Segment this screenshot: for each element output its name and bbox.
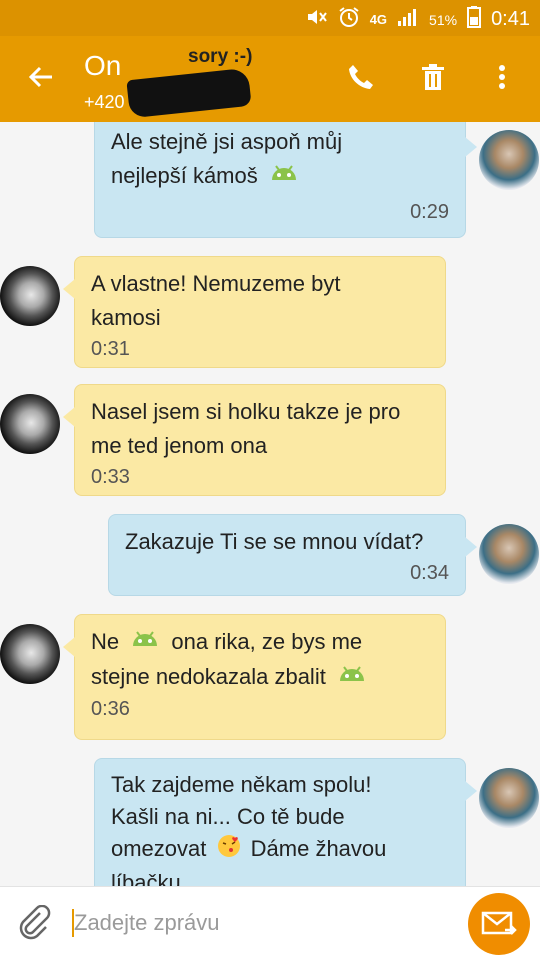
android-emoji-icon	[268, 160, 300, 194]
mute-icon	[306, 7, 328, 32]
message-text: A vlastne! Nemuzeme byt	[91, 271, 341, 296]
network-type: 4G	[369, 12, 388, 27]
message-text: me ted jenom ona	[91, 433, 268, 458]
back-button[interactable]	[26, 62, 56, 92]
message-bubble-outgoing[interactable]: Tak zajdeme někam spolu! Kašli na ni... …	[94, 758, 477, 886]
send-envelope-icon	[481, 911, 517, 935]
status-bar: 4G 51% 0:41	[0, 0, 540, 36]
overlay-annotation: sory :-)	[188, 46, 253, 67]
message-bubble-outgoing[interactable]: Zakazuje Ti se se mnou vídat? 0:34	[108, 514, 477, 596]
avatar[interactable]	[0, 624, 60, 684]
attach-button[interactable]	[18, 904, 52, 941]
avatar[interactable]	[479, 768, 539, 828]
message-text: Ne	[91, 629, 120, 654]
message-bubble-incoming[interactable]: A vlastne! Nemuzeme byt kamosi 0:31	[63, 256, 446, 368]
message-time: 0:36	[91, 698, 130, 721]
android-emoji-icon	[336, 661, 368, 695]
message-text: ona rika, ze bys me	[171, 629, 363, 654]
signal-icon	[397, 7, 419, 32]
contact-name: On	[84, 50, 122, 81]
redaction-scribble	[126, 67, 252, 119]
avatar[interactable]	[0, 394, 60, 454]
message-text: Zakazuje Ti se se mnou vídat?	[125, 529, 424, 554]
message-bubble-incoming[interactable]: Nasel jsem si holku takze je pro me ted …	[63, 384, 446, 496]
message-time: 0:34	[410, 562, 449, 584]
message-text: líbačku	[111, 869, 181, 886]
trash-icon	[422, 64, 444, 90]
clock: 0:41	[491, 8, 530, 30]
message-text: stejne nedokazala zbalit	[91, 664, 326, 690]
message-time: 0:29	[410, 201, 449, 224]
delete-button[interactable]	[418, 62, 448, 92]
message-composer	[0, 886, 540, 960]
message-time: 0:31	[91, 338, 130, 360]
message-text: omezovat	[111, 836, 207, 861]
paperclip-icon	[19, 904, 51, 940]
kiss-emoji-icon	[217, 834, 241, 867]
more-vert-icon	[499, 65, 505, 89]
android-emoji-icon	[129, 626, 161, 660]
message-input[interactable]	[74, 905, 434, 941]
avatar[interactable]	[479, 130, 539, 190]
call-button[interactable]	[346, 62, 376, 92]
avatar[interactable]	[0, 266, 60, 326]
battery-icon	[467, 6, 482, 33]
message-text: nejlepší kámoš	[111, 163, 258, 188]
message-text: Dáme žhavou	[250, 836, 387, 861]
message-bubble-outgoing[interactable]: Ale stejně jsi aspoň můj nejlepší kámoš …	[94, 122, 477, 238]
battery-percent: 51%	[429, 11, 458, 28]
message-time: 0:33	[91, 466, 130, 488]
conversation-header: On +420 sory :-)	[0, 36, 540, 122]
message-text: kamosi	[91, 305, 161, 330]
message-text: Kašli na ni... Co tě bude	[111, 804, 345, 829]
message-list[interactable]: Ale stejně jsi aspoň můj nejlepší kámoš …	[0, 122, 540, 886]
message-text: Ale stejně jsi aspoň můj	[111, 129, 343, 154]
phone-icon	[349, 65, 373, 89]
contact-number: +420	[84, 92, 125, 112]
message-text: Nasel jsem si holku takze je pro	[91, 399, 401, 424]
back-arrow-icon	[28, 66, 52, 88]
send-button[interactable]	[468, 893, 530, 955]
message-bubble-incoming[interactable]: Ne ona rika, ze bys me stejne nedokazala…	[63, 614, 446, 740]
message-text: Tak zajdeme někam spolu!	[111, 772, 372, 797]
alarm-icon	[338, 6, 360, 33]
avatar[interactable]	[479, 524, 539, 584]
more-options-button[interactable]	[490, 62, 514, 92]
